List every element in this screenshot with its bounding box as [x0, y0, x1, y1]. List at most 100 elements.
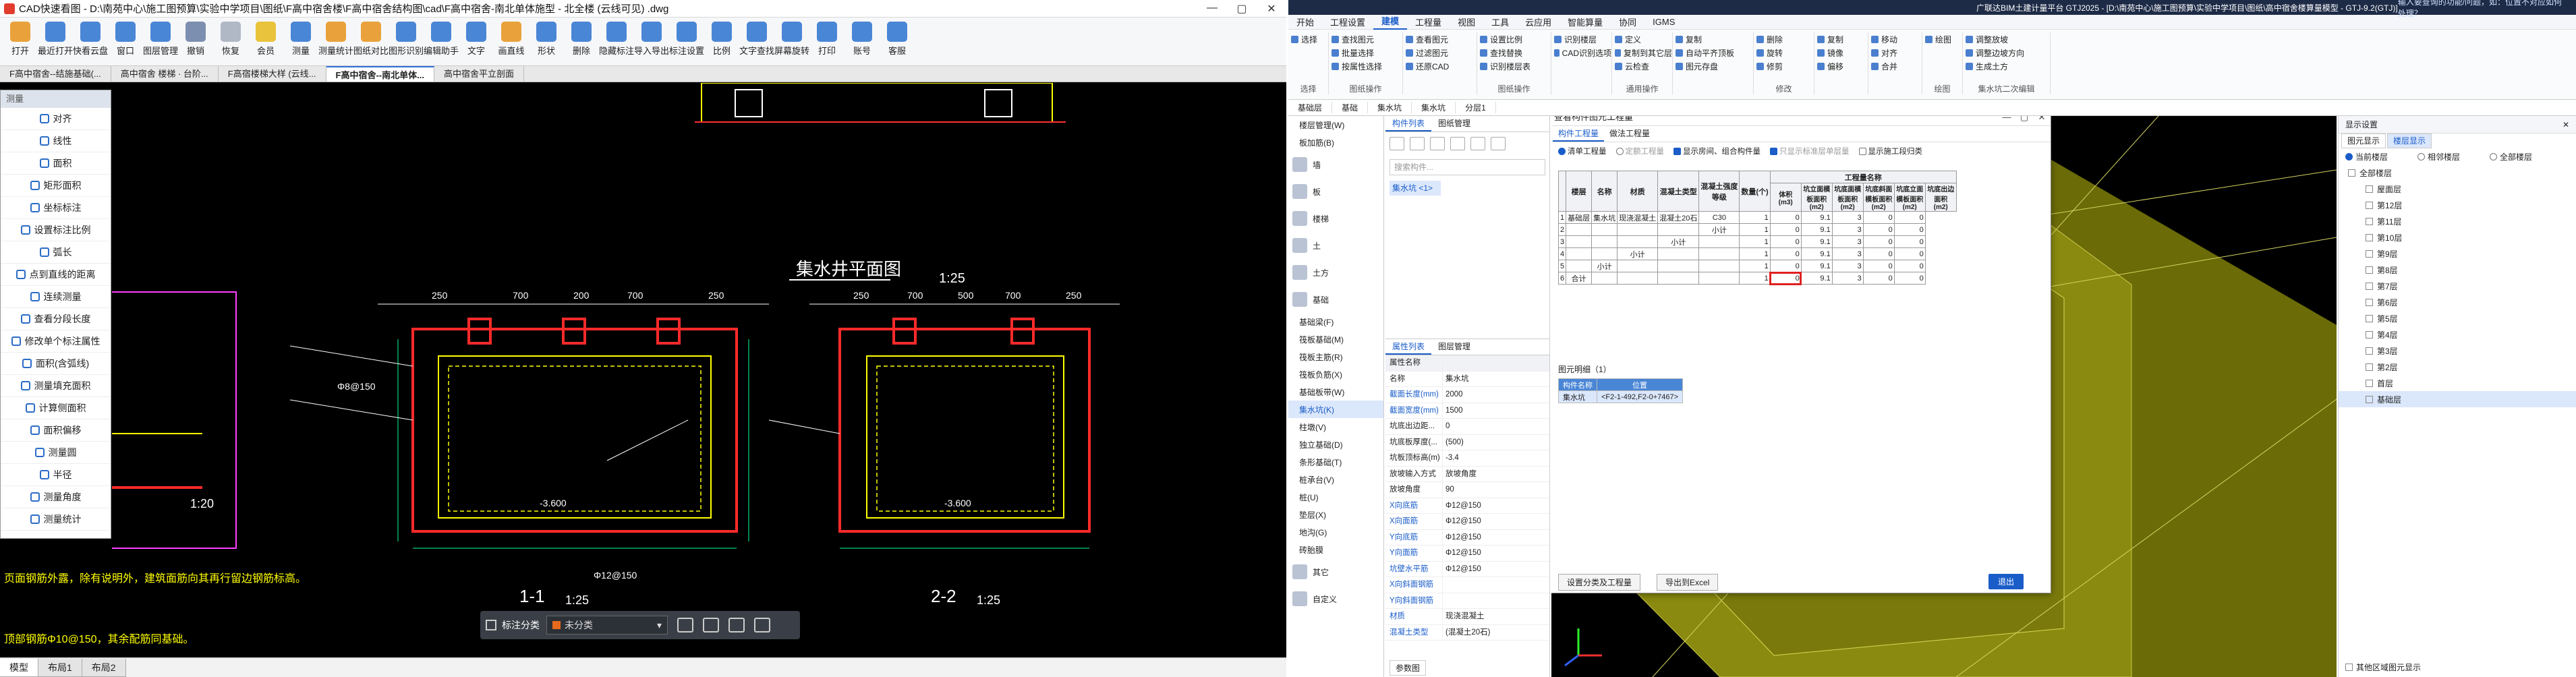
- nav-category[interactable]: 墙: [1288, 151, 1383, 178]
- ribbon-button-hide-mark[interactable]: 隐藏标注: [599, 22, 634, 57]
- sort-icon[interactable]: [1470, 137, 1485, 150]
- nav-base-item[interactable]: 柱墩(V): [1288, 418, 1383, 436]
- ribbon-button-compare[interactable]: 图纸对比: [353, 22, 389, 57]
- ribbon-tool[interactable]: CAD识别选项: [1551, 46, 1611, 59]
- nav-category[interactable]: 基础: [1288, 286, 1383, 313]
- property-row[interactable]: 坑板顶标高(m) -3.4: [1385, 450, 1549, 467]
- property-row[interactable]: 截面宽度(mm) 1500: [1385, 403, 1549, 419]
- measure-item[interactable]: 修改单个标注属性: [1, 330, 111, 353]
- ribbon-tool[interactable]: 删除: [1754, 32, 1814, 46]
- ribbon-button-text-search[interactable]: 文字查找: [739, 22, 774, 57]
- ribbon-tool[interactable]: 绘图: [1922, 32, 1962, 46]
- ribbon-tool[interactable]: 批量选择: [1329, 46, 1402, 59]
- measure-item[interactable]: 设置标注比例: [1, 219, 111, 241]
- property-value[interactable]: Φ12@150: [1442, 514, 1549, 529]
- measure-item[interactable]: 面积偏移: [1, 419, 111, 442]
- option-radio[interactable]: 清单工程量: [1558, 146, 1607, 156]
- ribbon-tool[interactable]: 旋转: [1754, 46, 1814, 59]
- ribbon-tool[interactable]: 复制: [1673, 32, 1753, 46]
- table-row[interactable]: 4 小计 1 0 9.1 3 0 0: [1557, 247, 1957, 260]
- ribbon-button-open[interactable]: 打开: [7, 22, 34, 57]
- floor-item[interactable]: 第6层: [2339, 294, 2576, 310]
- ribbon-tool[interactable]: 查看图元: [1403, 32, 1477, 46]
- new-component-icon[interactable]: [1390, 137, 1404, 150]
- menu-1[interactable]: 工程设置: [1322, 16, 1373, 28]
- measure-item[interactable]: 查看分段长度: [1, 308, 111, 330]
- measure-item[interactable]: 坐标标注: [1, 197, 111, 219]
- floor-item[interactable]: 第10层: [2339, 229, 2576, 245]
- floor-dropdown[interactable]: 分层1: [1456, 102, 1496, 113]
- ribbon-button-recognize[interactable]: 图形识别: [389, 22, 424, 57]
- dialog-tab[interactable]: 构件工程量: [1553, 126, 1605, 142]
- menu-6[interactable]: 云应用: [1517, 16, 1559, 28]
- property-value[interactable]: Φ12@150: [1442, 498, 1549, 513]
- nav-base-item[interactable]: 独立基础(D): [1288, 436, 1383, 453]
- ribbon-tool[interactable]: 云检查: [1612, 59, 1672, 73]
- property-row[interactable]: Y向斜面钢筋: [1385, 593, 1549, 609]
- floor-checkbox[interactable]: [2366, 347, 2373, 355]
- ribbon-tool[interactable]: 移动: [1868, 32, 1922, 46]
- nav-base-item[interactable]: 垫层(X): [1288, 506, 1383, 523]
- ribbon-tool[interactable]: 调整边坡方向: [1963, 46, 2050, 59]
- dialog-close-button[interactable]: ✕: [2033, 116, 2051, 125]
- ribbon-button-edit-helper[interactable]: 编辑助手: [424, 22, 459, 57]
- floor-checkbox[interactable]: [2366, 379, 2373, 387]
- floor-item[interactable]: 第8层: [2339, 262, 2576, 278]
- floor-checkbox[interactable]: [2366, 282, 2373, 290]
- property-row[interactable]: X向底筋 Φ12@150: [1385, 498, 1549, 514]
- floor-dropdown[interactable]: 基础: [1332, 102, 1369, 113]
- ribbon-tool[interactable]: 查找替换: [1477, 46, 1551, 59]
- property-row[interactable]: 截面长度(mm) 2000: [1385, 387, 1549, 403]
- measure-item[interactable]: 连续测量: [1, 286, 111, 308]
- nav-base-item[interactable]: 筏板负筋(X): [1288, 365, 1383, 383]
- measure-item[interactable]: 测量角度: [1, 486, 111, 508]
- nav-category[interactable]: 自定义: [1288, 585, 1383, 612]
- display-tab[interactable]: 图元显示: [2341, 134, 2386, 148]
- component-item[interactable]: 集水坑 <1>: [1390, 181, 1441, 196]
- property-row[interactable]: 坑壁水平筋 Φ12@150: [1385, 561, 1549, 577]
- drawing-tab[interactable]: F高中宿舍--南北单体...: [326, 66, 434, 82]
- ribbon-tool[interactable]: [1551, 59, 1611, 73]
- measure-item[interactable]: 测量填充面积: [1, 375, 111, 397]
- ribbon-tool[interactable]: 定义: [1612, 32, 1672, 46]
- floor-checkbox[interactable]: [2366, 330, 2373, 338]
- ribbon-button-delete[interactable]: 删除: [568, 22, 595, 57]
- ribbon-button-undo[interactable]: 撤销: [182, 22, 209, 57]
- nav-category[interactable]: 板: [1288, 178, 1383, 205]
- property-row[interactable]: Y向面筋 Φ12@150: [1385, 546, 1549, 562]
- nav-base-item[interactable]: 基础板带(W): [1288, 383, 1383, 401]
- layout-tab[interactable]: 模型: [0, 658, 38, 677]
- menu-5[interactable]: 工具: [1483, 16, 1517, 28]
- nav-category[interactable]: 土方: [1288, 259, 1383, 286]
- floor-item[interactable]: 第11层: [2339, 213, 2576, 229]
- table-row[interactable]: 6 合计 1 0 9.1 3 0 0: [1557, 271, 1957, 285]
- floor-item[interactable]: 第5层: [2339, 310, 2576, 326]
- ribbon-tool[interactable]: 镜像: [1814, 46, 1868, 59]
- measure-item[interactable]: 测量统计: [1, 508, 111, 531]
- floor-item[interactable]: 屋面层: [2339, 181, 2576, 197]
- filter-icon[interactable]: [1450, 137, 1465, 150]
- floor-item[interactable]: 第2层: [2339, 359, 2576, 375]
- floor-checkbox[interactable]: [2366, 298, 2373, 306]
- tab-component-list[interactable]: 构件列表: [1385, 116, 1432, 131]
- table-row[interactable]: 2 小计 1 0 9.1 3 0 0: [1557, 223, 1957, 236]
- ribbon-tool[interactable]: 修剪: [1754, 59, 1814, 73]
- floor-checkbox[interactable]: [2366, 217, 2373, 225]
- ribbon-button-measure-stats[interactable]: 测量统计: [318, 22, 353, 57]
- nav-category[interactable]: 楼梯: [1288, 205, 1383, 232]
- measure-item[interactable]: 面积: [1, 152, 111, 175]
- property-row[interactable]: 名称 集水坑: [1385, 371, 1549, 387]
- 3d-viewport[interactable]: 2700 查看构件图元工程量 — ▢ ✕ 构件工程量做法工程量 清单工程量定额工…: [1551, 116, 2337, 677]
- floor-item[interactable]: 首层: [2339, 375, 2576, 391]
- floor-checkbox[interactable]: [2366, 185, 2373, 193]
- property-row[interactable]: Y向底筋 Φ12@150: [1385, 529, 1549, 546]
- ribbon-button-rotate[interactable]: 屏幕旋转: [774, 22, 809, 57]
- property-value[interactable]: 0: [1442, 419, 1549, 434]
- ribbon-button-print[interactable]: 打印: [813, 22, 840, 57]
- ribbon-tool[interactable]: 查找图元: [1329, 32, 1402, 46]
- property-value[interactable]: Φ12@150: [1442, 529, 1549, 545]
- property-value[interactable]: 集水坑: [1442, 371, 1549, 386]
- param-diagram-tab[interactable]: 参数图: [1390, 660, 1427, 676]
- ribbon-button-recent[interactable]: 最近打开: [38, 22, 73, 57]
- floor-checkbox[interactable]: [2348, 169, 2355, 177]
